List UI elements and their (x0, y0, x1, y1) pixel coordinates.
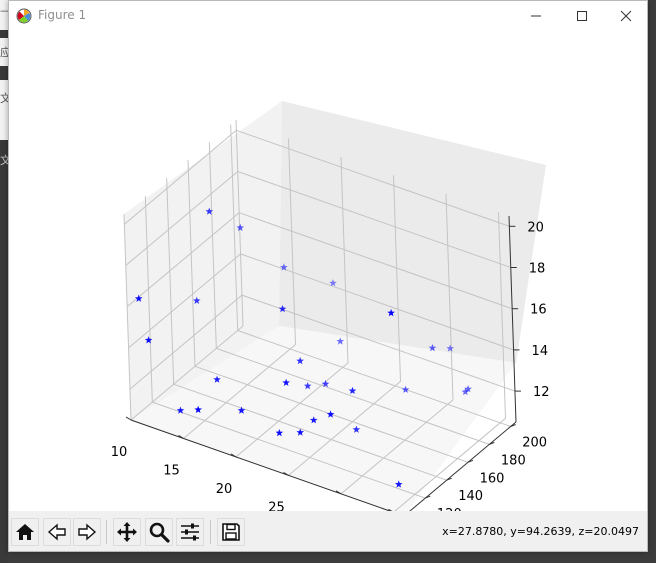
toolbar-separator (106, 520, 107, 544)
z-tick-label: 16 (530, 303, 547, 318)
close-button[interactable] (603, 1, 649, 31)
forward-arrow-icon (78, 523, 97, 541)
minimize-icon (531, 15, 541, 17)
home-button[interactable] (11, 518, 39, 546)
background-app-text: 应 (0, 46, 8, 59)
pan-button[interactable] (113, 518, 141, 546)
3d-scatter-plot[interactable]: 1015202530351001201401601802001214161820 (9, 31, 647, 552)
maximize-icon (577, 11, 587, 21)
configure-subplots-button[interactable] (176, 518, 204, 546)
back-pane (279, 101, 546, 363)
x-tick-label: 15 (163, 463, 180, 478)
x-tick-label: 10 (111, 445, 128, 460)
back-arrow-icon (47, 523, 66, 541)
sliders-icon (181, 523, 199, 541)
z-tick-label: 20 (527, 220, 544, 235)
figure-canvas[interactable]: 1015202530351001201401601802001214161820 (9, 31, 647, 552)
x-tick-label: 25 (268, 500, 285, 511)
window-title: Figure 1 (38, 8, 87, 22)
forward-button[interactable] (73, 518, 101, 546)
background-app-text: 文 (0, 92, 8, 105)
z-tick-label: 14 (532, 344, 549, 359)
zoom-button[interactable] (145, 518, 173, 546)
back-button[interactable] (43, 518, 71, 546)
title-bar[interactable]: Figure 1 (9, 1, 647, 31)
x-tick-mark (125, 416, 132, 421)
y-tick-label: 160 (480, 471, 505, 486)
zoom-icon (149, 522, 170, 543)
save-button[interactable] (217, 518, 245, 546)
x-tick-label: 20 (216, 482, 233, 497)
matplotlib-icon (16, 8, 32, 24)
close-icon (620, 10, 632, 22)
z-tick-label: 12 (533, 385, 550, 400)
figure-window: Figure 1 1015202530351001201401601802001… (8, 0, 648, 552)
background-app-panel (0, 80, 8, 140)
background-app-text: 文 (0, 154, 8, 167)
maximize-button[interactable] (559, 1, 605, 31)
z-tick-label: 18 (529, 262, 546, 277)
y-tick-label: 180 (501, 453, 526, 468)
move-icon (117, 522, 137, 542)
home-icon (16, 524, 34, 540)
minimize-button[interactable] (513, 1, 559, 31)
y-tick-label: 140 (458, 489, 483, 504)
toolbar-separator (210, 520, 211, 544)
y-tick-label: 200 (522, 435, 547, 450)
background-app-text: — (0, 4, 8, 17)
save-icon (222, 523, 240, 541)
navigation-toolbar: x=27.8780, y=94.2639, z=20.0497 (9, 511, 647, 551)
cursor-coordinates: x=27.8780, y=94.2639, z=20.0497 (442, 525, 639, 538)
